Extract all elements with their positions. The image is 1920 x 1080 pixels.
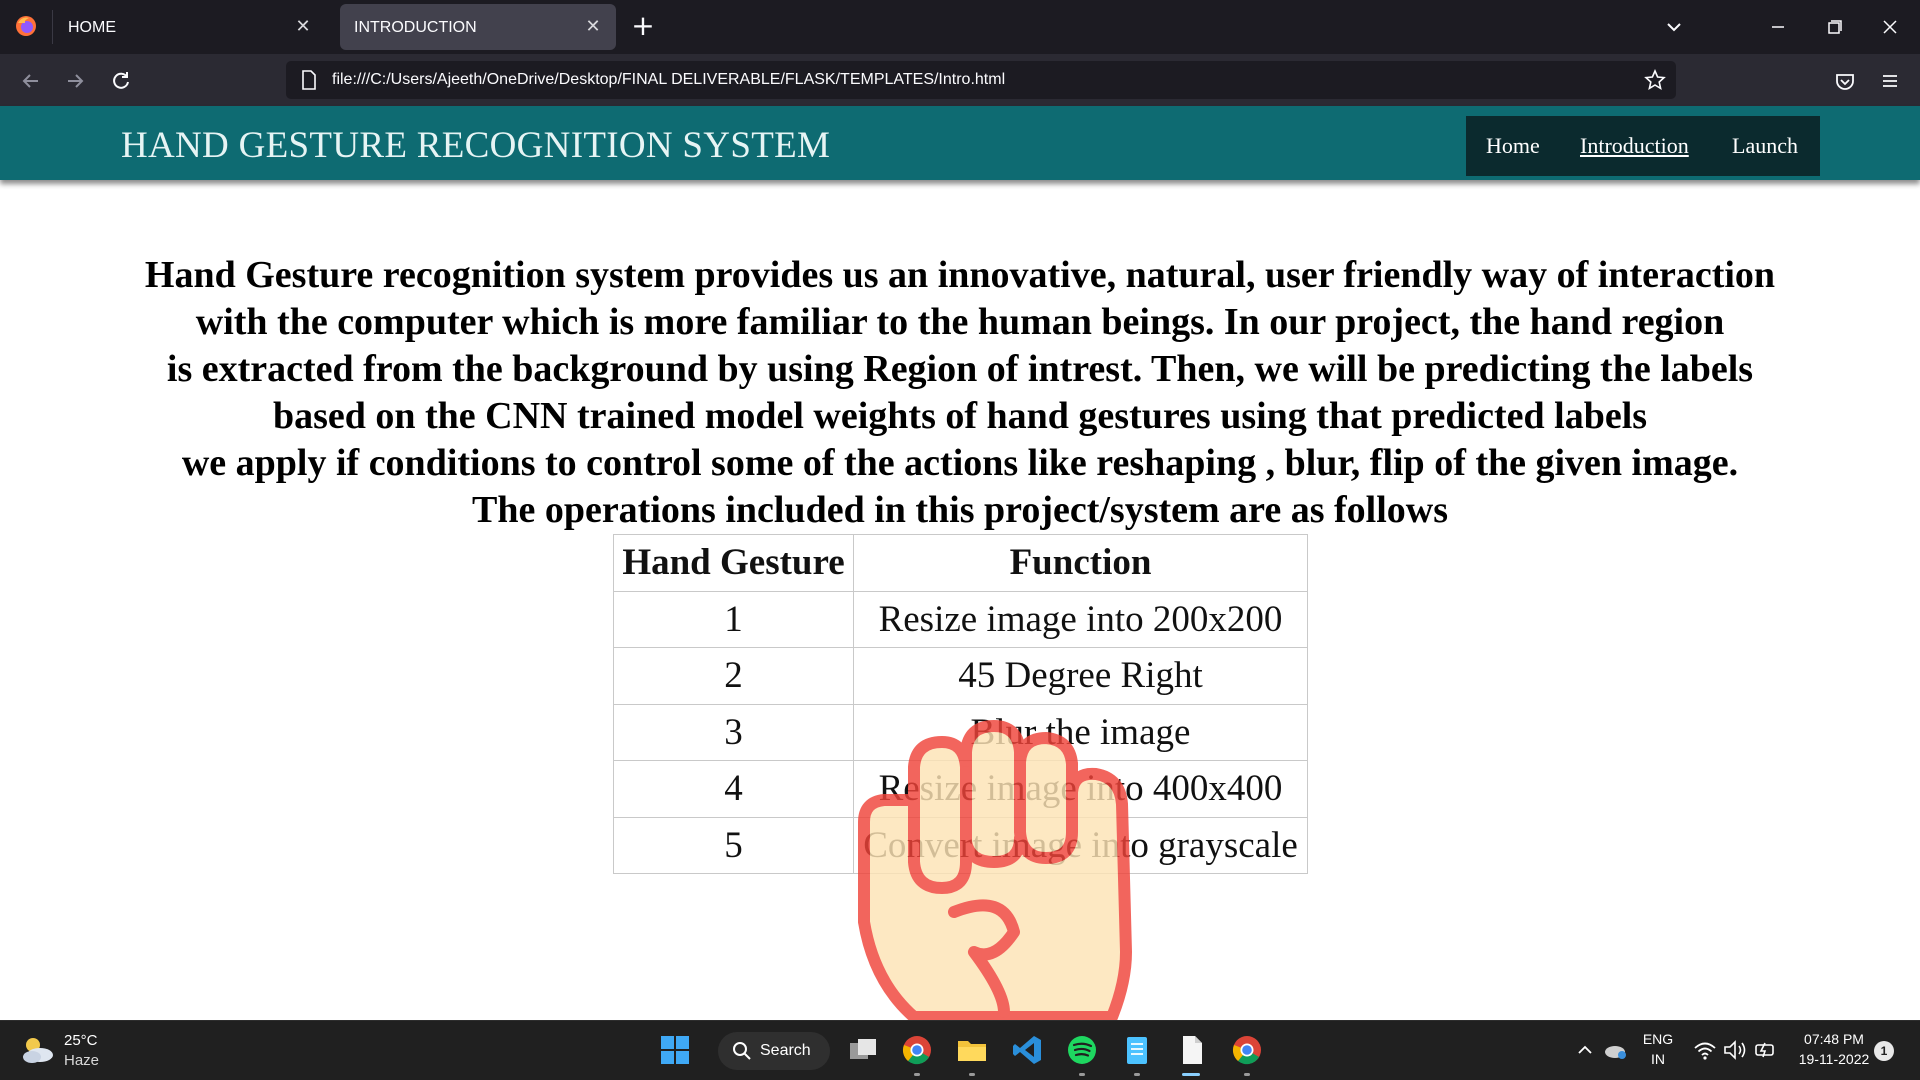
intro-line: Hand Gesture recognition system provides…	[144, 254, 1776, 296]
search-icon	[733, 1042, 751, 1060]
weather-temperature: 25°C	[64, 1032, 98, 1049]
clock-date: 19-11-2022	[1798, 1051, 1870, 1067]
menu-icon[interactable]	[1875, 66, 1905, 96]
table-row: 1 Resize image into 200x200	[613, 590, 1308, 648]
task-view-icon[interactable]	[846, 1033, 880, 1067]
spotify-icon[interactable]	[1065, 1033, 1099, 1067]
gesture-number: 3	[613, 703, 854, 761]
site-title: HAND GESTURE RECOGNITION SYSTEM	[121, 125, 831, 166]
gesture-number: 4	[613, 760, 854, 818]
intro-line: is extracted from the background by usin…	[166, 348, 1754, 390]
battery-charging-icon[interactable]	[1752, 1033, 1778, 1067]
intro-paragraph: Hand Gesture recognition system provides…	[60, 252, 1860, 534]
table-row: 5 Convert image into grayscale	[613, 816, 1308, 874]
language-indicator[interactable]: ENG IN	[1640, 1031, 1676, 1067]
running-indicator	[1079, 1073, 1085, 1076]
site-nav: Home Introduction Launch	[1466, 116, 1820, 176]
column-header-hand-gesture: Hand Gesture	[613, 534, 854, 592]
notification-badge[interactable]: 1	[1874, 1041, 1894, 1061]
weather-description: Haze	[64, 1052, 100, 1069]
nav-link-launch[interactable]: Launch	[1732, 133, 1798, 159]
clock[interactable]: 07:48 PM 19-11-2022	[1790, 1031, 1878, 1067]
file-icon[interactable]	[1175, 1033, 1209, 1067]
running-indicator	[1134, 1073, 1140, 1076]
close-tab-icon[interactable]: ✕	[292, 15, 314, 37]
gesture-function: Blur the image	[853, 703, 1308, 761]
chrome-profile-icon[interactable]	[1230, 1033, 1264, 1067]
table-row: 3 Blur the image	[613, 703, 1308, 761]
active-indicator	[1182, 1073, 1200, 1076]
running-indicator	[914, 1073, 920, 1076]
tab-label: HOME	[68, 19, 116, 36]
gesture-number: 5	[613, 816, 854, 874]
gesture-function: Resize image into 200x200	[853, 590, 1308, 648]
chrome-icon[interactable]	[900, 1033, 934, 1067]
gesture-function: Convert image into grayscale	[853, 816, 1308, 874]
url-bar[interactable]: file:///C:/Users/Ajeeth/OneDrive/Desktop…	[286, 61, 1676, 99]
pocket-icon[interactable]	[1830, 66, 1860, 96]
nav-link-home[interactable]: Home	[1486, 133, 1540, 159]
browser-tab-bar: HOME ✕ INTRODUCTION ✕ +	[0, 0, 1920, 54]
intro-line: based on the CNN trained model weights o…	[272, 395, 1648, 437]
gesture-number: 1	[613, 590, 854, 648]
minimize-icon[interactable]	[1764, 14, 1792, 40]
running-indicator	[1244, 1073, 1250, 1076]
table-row: 4 Resize image into 400x400	[613, 760, 1308, 818]
url-text[interactable]: file:///C:/Users/Ajeeth/OneDrive/Desktop…	[332, 71, 1005, 89]
weather-haze-icon[interactable]	[20, 1033, 56, 1067]
language-code: ENG	[1642, 1031, 1674, 1047]
wifi-icon[interactable]	[1692, 1033, 1718, 1067]
windows-start-icon[interactable]	[658, 1033, 692, 1067]
onedrive-icon[interactable]	[1602, 1033, 1628, 1067]
notepad-icon[interactable]	[1120, 1033, 1154, 1067]
back-arrow-icon[interactable]	[16, 66, 46, 96]
bookmark-star-icon[interactable]	[1644, 69, 1666, 91]
tab-introduction[interactable]: INTRODUCTION ✕	[340, 4, 616, 50]
volume-icon[interactable]	[1722, 1033, 1748, 1067]
clock-time: 07:48 PM	[1804, 1031, 1864, 1047]
region-code: IN	[1651, 1051, 1665, 1067]
taskbar-search[interactable]: Search	[718, 1032, 830, 1070]
new-tab-button[interactable]: +	[628, 12, 658, 42]
tab-separator	[52, 10, 53, 44]
firefox-logo-icon[interactable]	[14, 14, 38, 38]
chevron-up-icon[interactable]	[1574, 1033, 1596, 1067]
gesture-function: 45 Degree Right	[853, 647, 1308, 705]
column-header-function: Function	[853, 534, 1308, 592]
forward-arrow-icon[interactable]	[60, 66, 90, 96]
page-icon	[302, 70, 316, 90]
tab-home[interactable]: HOME ✕	[54, 4, 326, 50]
reload-icon[interactable]	[106, 66, 136, 96]
nav-link-introduction[interactable]: Introduction	[1580, 133, 1689, 159]
close-tab-icon[interactable]: ✕	[582, 15, 604, 37]
gesture-number: 2	[613, 647, 854, 705]
browser-nav-bar: file:///C:/Users/Ajeeth/OneDrive/Desktop…	[0, 54, 1920, 106]
close-window-icon[interactable]	[1876, 14, 1904, 40]
list-all-tabs-icon[interactable]	[1660, 14, 1688, 40]
intro-line: with the computer which is more familiar…	[195, 301, 1725, 343]
intro-line: we apply if conditions to control some o…	[181, 442, 1739, 484]
restore-icon[interactable]	[1820, 14, 1848, 40]
intro-line: The operations included in this project/…	[471, 489, 1449, 531]
taskbar: 25°C Haze Search ENG IN 07:48 PM 19-11-2…	[0, 1020, 1920, 1080]
gesture-table: Hand Gesture Function 1 Resize image int…	[613, 534, 1308, 874]
gesture-function: Resize image into 400x400	[853, 760, 1308, 818]
search-label: Search	[760, 1042, 811, 1059]
file-explorer-icon[interactable]	[955, 1033, 989, 1067]
tab-label: INTRODUCTION	[354, 19, 477, 36]
table-header-row: Hand Gesture Function	[613, 534, 1308, 592]
table-row: 2 45 Degree Right	[613, 647, 1308, 705]
running-indicator	[969, 1073, 975, 1076]
vscode-icon[interactable]	[1010, 1033, 1044, 1067]
site-header: HAND GESTURE RECOGNITION SYSTEM Home Int…	[0, 106, 1920, 180]
